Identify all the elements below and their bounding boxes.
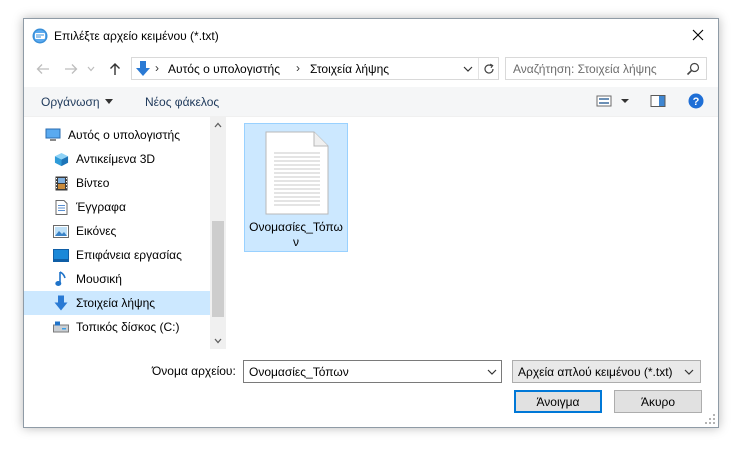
search-placeholder: Αναζήτηση: Στοιχεία λήψης: [513, 62, 657, 76]
sidebar-item-desktop[interactable]: Επιφάνεια εργασίας: [53, 243, 210, 267]
back-button[interactable]: [34, 60, 52, 78]
file-list-area: Ονομασίες_Τόπων: [226, 117, 718, 349]
sidebar-item-label: Εικόνες: [76, 224, 117, 238]
sidebar-item-documents[interactable]: Έγγραφα: [53, 195, 210, 219]
file-open-dialog: Επιλέξτε αρχείο κειμένου (*.txt) › Αυτός…: [23, 18, 719, 428]
file-type-value: Αρχεία απλού κειμένου (*.txt): [518, 365, 673, 379]
scroll-down-button[interactable]: [210, 333, 226, 349]
breadcrumb-separator: ›: [296, 61, 300, 75]
desktop-icon: [53, 247, 69, 263]
document-icon: [53, 199, 69, 215]
drive-icon: [53, 319, 69, 335]
breadcrumb-downloads[interactable]: Στοιχεία λήψης: [310, 62, 389, 76]
breadcrumb-separator: ›: [155, 61, 159, 75]
sidebar-item-label: Επιφάνεια εργασίας: [76, 248, 182, 262]
search-box[interactable]: Αναζήτηση: Στοιχεία λήψης: [505, 57, 707, 80]
arrow-left-icon: [36, 64, 49, 74]
close-button[interactable]: [678, 19, 718, 51]
title-bar: Επιλέξτε αρχείο κειμένου (*.txt): [24, 19, 718, 53]
cube-3d-icon: [53, 151, 69, 167]
sidebar-item-local-disk[interactable]: Τοπικός δίσκος (C:): [53, 315, 210, 339]
text-file-icon: [265, 131, 329, 215]
close-icon: [692, 29, 704, 41]
chevron-down-icon: [463, 66, 473, 72]
command-toolbar: Οργάνωση Νέος φάκελος ?: [24, 87, 718, 117]
svg-text:?: ?: [693, 96, 700, 108]
navigation-pane: Αυτός ο υπολογιστής Αντικείμενα 3D Βίντε…: [24, 117, 226, 349]
film-icon: [53, 175, 69, 191]
sidebar-item-3d-objects[interactable]: Αντικείμενα 3D: [53, 147, 210, 171]
chevron-down-icon: [684, 369, 694, 375]
view-options-caret-icon[interactable]: [620, 94, 630, 108]
file-type-select[interactable]: Αρχεία απλού κειμένου (*.txt): [512, 360, 701, 383]
sidebar-item-music[interactable]: Μουσική: [53, 267, 210, 291]
address-bar[interactable]: › Αυτός ο υπολογιστής › Στοιχεία λήψης: [131, 57, 499, 80]
navigation-pane-scrollbar[interactable]: [210, 117, 226, 349]
preview-pane-icon[interactable]: [650, 94, 666, 108]
refresh-icon: [483, 63, 494, 74]
forward-button[interactable]: [62, 60, 80, 78]
filename-label: Όνομα αρχείου:: [152, 364, 236, 378]
sidebar-item-label: Στοιχεία λήψης: [76, 296, 156, 310]
filename-dropdown-button[interactable]: [483, 361, 501, 382]
filename-input[interactable]: Ονομασίες_Τόπων: [243, 360, 502, 383]
chevron-down-icon: [487, 369, 497, 375]
search-icon[interactable]: [686, 62, 700, 76]
file-type-dropdown-button[interactable]: [681, 362, 697, 381]
computer-icon: [45, 127, 61, 143]
sidebar-item-pictures[interactable]: Εικόνες: [53, 219, 210, 243]
sidebar-item-downloads[interactable]: Στοιχεία λήψης: [24, 291, 210, 315]
sidebar-item-label: Έγγραφα: [76, 200, 126, 214]
music-note-icon: [53, 271, 69, 287]
arrow-up-icon: [110, 63, 120, 75]
sidebar-item-label: Τοπικός δίσκος (C:): [76, 320, 180, 334]
arrow-right-icon: [65, 64, 78, 74]
sidebar-item-videos[interactable]: Βίντεο: [53, 171, 210, 195]
download-arrow-icon: [136, 61, 150, 76]
breadcrumb-this-pc[interactable]: Αυτός ο υπολογιστής: [168, 62, 280, 76]
notepad-app-icon: [32, 28, 48, 44]
sidebar-item-this-pc[interactable]: Αυτός ο υπολογιστής: [45, 123, 210, 147]
caret-down-icon: [104, 99, 113, 104]
open-button[interactable]: Άνοιγμα: [514, 390, 602, 413]
scrollbar-thumb[interactable]: [212, 221, 224, 317]
sidebar-item-label: Βίντεο: [76, 176, 110, 190]
up-button[interactable]: [106, 60, 124, 78]
refresh-button[interactable]: [478, 58, 498, 79]
chevron-up-icon: [214, 122, 222, 128]
sidebar-item-label: Αντικείμενα 3D: [76, 152, 156, 166]
sidebar-item-label: Μουσική: [76, 272, 122, 286]
chevron-down-icon: [214, 338, 222, 344]
sidebar-item-label: Αυτός ο υπολογιστής: [68, 128, 180, 142]
new-folder-button[interactable]: Νέος φάκελος: [145, 95, 219, 109]
organize-label: Οργάνωση: [41, 95, 100, 109]
cancel-button[interactable]: Άκυρο: [614, 390, 702, 413]
help-icon[interactable]: ?: [688, 93, 704, 109]
recent-locations-button[interactable]: [86, 60, 96, 78]
download-arrow-icon: [53, 295, 69, 311]
change-view-icon[interactable]: [596, 94, 612, 108]
file-name-label: Ονομασίες_Τόπων: [249, 220, 343, 249]
resize-grip-icon[interactable]: [705, 414, 716, 425]
organize-menu-button[interactable]: Οργάνωση: [41, 95, 113, 109]
chevron-down-icon: [87, 66, 95, 72]
filename-value: Ονομασίες_Τόπων: [249, 365, 349, 379]
window-title: Επιλέξτε αρχείο κειμένου (*.txt): [54, 29, 219, 43]
picture-icon: [53, 223, 69, 239]
address-dropdown-button[interactable]: [460, 60, 476, 77]
file-item[interactable]: Ονομασίες_Τόπων: [244, 123, 348, 252]
scroll-up-button[interactable]: [210, 117, 226, 133]
